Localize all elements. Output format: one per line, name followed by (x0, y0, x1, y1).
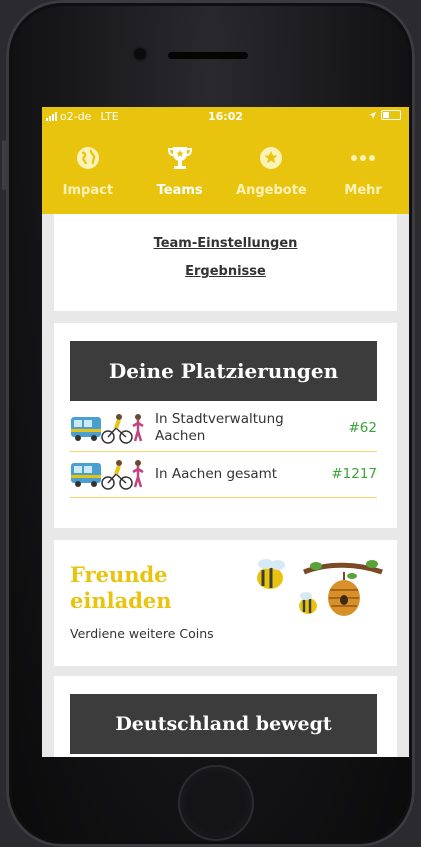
location-arrow-icon (368, 111, 377, 119)
battery-icon (381, 110, 401, 120)
rank-value: #1217 (331, 466, 377, 482)
tab-impact[interactable]: Impact (42, 127, 134, 214)
globe-icon (75, 145, 101, 171)
invite-friends-card[interactable]: Freunde einladen Verdiene weitere Coins (54, 540, 397, 666)
clock: 16:02 (207, 110, 243, 123)
home-button[interactable] (180, 767, 252, 839)
rank-label: In Stadtverwaltung Aachen (155, 411, 284, 444)
more-dots-icon (350, 145, 376, 171)
tab-bar: Impact Teams Angebote Mehr (42, 127, 409, 214)
tab-teams[interactable]: Teams (134, 127, 226, 214)
germany-moves-title: Deutschland bewegt (70, 694, 377, 754)
tab-label: Mehr (344, 183, 382, 198)
results-link[interactable]: Ergebnisse (54, 264, 397, 279)
tab-label: Impact (62, 183, 114, 198)
rank-label: In Aachen gesamt (155, 466, 278, 482)
invite-title: Freunde einladen (70, 562, 172, 613)
trophy-icon (167, 145, 193, 171)
tab-label: Teams (156, 183, 203, 198)
earpiece-speaker (168, 52, 248, 59)
team-settings-link[interactable]: Team-Einstellungen (54, 236, 397, 251)
invite-subtitle: Verdiene weitere Coins (70, 626, 214, 641)
placements-card: Deine Platzierungen In Stadtverwaltung A… (54, 323, 397, 528)
team-commute-illustration (71, 414, 144, 444)
tab-label: Angebote (236, 183, 307, 198)
scroll-content[interactable]: Team-Einstellungen Ergebnisse Deine Plat… (42, 214, 409, 757)
germany-moves-card[interactable]: Deutschland bewegt (54, 676, 397, 757)
rank-value: #62 (348, 420, 378, 436)
front-camera (134, 48, 146, 60)
app-screen: o2-de LTE 16:02 Impact Teams Angebote Me… (42, 107, 409, 757)
placements-title: Deine Platzierungen (70, 341, 377, 401)
tab-mehr[interactable]: Mehr (317, 127, 409, 214)
list-item[interactable]: In Aachen gesamt #1217 (70, 453, 377, 498)
status-bar: o2-de LTE 16:02 (42, 107, 409, 127)
team-commute-illustration (71, 460, 144, 490)
star-icon (258, 145, 284, 171)
list-item[interactable]: In Stadtverwaltung Aachen #62 (70, 407, 377, 452)
team-links-card: Team-Einstellungen Ergebnisse (54, 214, 397, 311)
tab-angebote[interactable]: Angebote (226, 127, 318, 214)
bees-beehive-illustration (257, 559, 383, 616)
